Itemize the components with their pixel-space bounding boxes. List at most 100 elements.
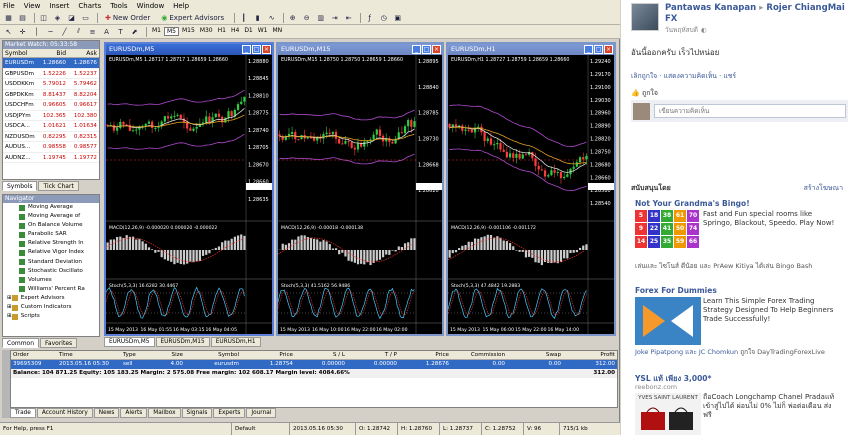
list-item[interactable]: USDCA... 1.01621 1.01634 xyxy=(3,121,99,132)
market-watch-icon[interactable]: ◫ xyxy=(38,12,49,23)
avatar[interactable] xyxy=(631,3,659,31)
terminal-tab[interactable]: Alerts xyxy=(120,408,148,418)
ysl-ad-image[interactable]: YVES SAINT LAURENT xyxy=(635,393,701,435)
new-order-button[interactable]: ✚ New Order xyxy=(101,12,154,23)
timeframe-button[interactable]: D1 xyxy=(242,27,254,36)
expert-advisors-button[interactable]: ◉ Expert Advisors xyxy=(157,12,228,23)
column-header[interactable]: Price xyxy=(241,351,295,359)
periods-icon[interactable]: ◷ xyxy=(378,12,389,23)
list-item[interactable]: GBPUSDm 1.52226 1.52237 xyxy=(3,69,99,79)
post-actions[interactable]: เลิกถูกใจ · แสดงความคิดเห็น · แชร์ xyxy=(631,70,736,81)
navigator-item[interactable]: Moving Average of xyxy=(3,212,99,221)
timeframe-button[interactable]: M15 xyxy=(180,27,197,36)
line-chart-icon[interactable]: ∿ xyxy=(266,12,277,23)
close-icon[interactable]: × xyxy=(262,45,271,54)
column-header[interactable]: T / P xyxy=(347,351,399,359)
terminal-tab[interactable]: Journal xyxy=(246,408,277,418)
tab-favorites[interactable]: Favorites xyxy=(40,338,78,348)
crosshair-icon[interactable]: ✛ xyxy=(17,26,28,37)
menu-item[interactable]: Help xyxy=(173,2,189,10)
list-item[interactable]: AUDNZ... 1.19745 1.19772 xyxy=(3,153,99,163)
navigator-item[interactable]: Parabolic SAR xyxy=(3,230,99,239)
candlestick-icon[interactable]: ▮ xyxy=(252,12,263,23)
column-header[interactable]: Symbol xyxy=(185,351,241,359)
chart-window-m5[interactable]: EURUSDm,M5 _ □ × 1.28880 1.28845 1.28810 1.28… xyxy=(104,42,274,336)
timeframe-button[interactable]: MN xyxy=(271,27,285,36)
new-chart-icon[interactable]: ▦ xyxy=(3,12,14,23)
ad-title[interactable]: Not Your Grandma's Bingo! xyxy=(635,199,750,208)
terminal-tab[interactable]: News xyxy=(93,408,120,418)
vertical-line-icon[interactable]: │ xyxy=(31,26,42,37)
tab-chart-h1[interactable]: EURUSDm,H1 xyxy=(210,337,261,347)
column-header[interactable]: S / L xyxy=(295,351,347,359)
navigator-item[interactable]: Williams' Percent Ra xyxy=(3,285,99,294)
tab-tick-chart[interactable]: Tick Chart xyxy=(38,181,79,191)
price-chart[interactable]: 1.29240 1.29170 1.29100 1.29030 1.28960 1.288… xyxy=(448,55,614,334)
terminal-icon[interactable]: ▭ xyxy=(80,12,91,23)
chart-title-bar[interactable]: EURUSDm,M5 _ □ × xyxy=(106,44,272,55)
terminal-tab[interactable]: Trade xyxy=(10,408,36,418)
timeframe-button[interactable]: W1 xyxy=(256,27,270,36)
ad-title[interactable]: Forex For Dummies xyxy=(635,286,717,295)
fibonacci-icon[interactable]: ≡ xyxy=(87,26,98,37)
menu-item[interactable]: View xyxy=(24,2,41,10)
tab-chart-m5[interactable]: EURUSDm,M5 xyxy=(104,337,155,347)
list-item[interactable]: NZDUSDm 0.82295 0.82315 xyxy=(3,132,99,142)
minimize-icon[interactable]: _ xyxy=(242,45,251,54)
autoscroll-icon[interactable]: ⇥ xyxy=(329,12,340,23)
text-icon[interactable]: A xyxy=(101,26,112,37)
timeframe-button[interactable]: M1 xyxy=(150,27,163,36)
zoom-out-icon[interactable]: ⊖ xyxy=(301,12,312,23)
comment-input[interactable]: เขียนความคิดเห็น xyxy=(654,104,846,118)
list-item[interactable]: USDDKKm 5.79012 5.79462 xyxy=(3,79,99,90)
col-symbol[interactable]: Symbol xyxy=(3,49,37,57)
column-header[interactable]: Profit xyxy=(563,351,617,359)
navigator-group[interactable]: ⊞ Expert Advisors xyxy=(3,294,99,303)
tab-chart-m15[interactable]: EURUSDm,M15 xyxy=(155,337,210,347)
tab-common[interactable]: Common xyxy=(2,338,40,348)
label-icon[interactable]: T xyxy=(115,26,126,37)
poster-name[interactable]: Pantawas Kanapan xyxy=(665,3,756,13)
column-header[interactable]: Swap xyxy=(507,351,563,359)
chart-title-bar[interactable]: EURUSDm,H1 _ □ × xyxy=(448,44,614,55)
arrows-icon[interactable]: ⬈ xyxy=(129,26,140,37)
close-icon[interactable]: × xyxy=(432,45,441,54)
timeframe-button[interactable]: H1 xyxy=(216,27,228,36)
tab-symbols[interactable]: Symbols xyxy=(2,181,38,191)
minimize-icon[interactable]: _ xyxy=(412,45,421,54)
column-header[interactable]: Commission xyxy=(451,351,507,359)
price-chart[interactable]: 1.28895 1.28840 1.28785 1.28730 1.28668 1.286… xyxy=(278,55,442,334)
cursor-icon[interactable]: ↖ xyxy=(3,26,14,37)
navigator-group[interactable]: ⊞ Custom Indicators xyxy=(3,303,99,312)
col-bid[interactable]: Bid xyxy=(37,49,68,57)
bingo-ad-image[interactable]: 5 18 38 61 70 9 22 41 50 74 14 25 35 59 66 xyxy=(635,210,701,260)
tile-windows-icon[interactable]: ▥ xyxy=(315,12,326,23)
timeframe-button[interactable]: H4 xyxy=(229,27,241,36)
menu-item[interactable]: Window xyxy=(137,2,165,10)
list-item[interactable]: GBPDKKm 8.81437 8.82204 xyxy=(3,90,99,100)
social-names[interactable]: Joke Pipatpong และ JC Chomkun xyxy=(635,348,738,356)
profiles-icon[interactable]: ▤ xyxy=(17,12,28,23)
maximize-icon[interactable]: □ xyxy=(594,45,603,54)
terminal-tab[interactable]: Experts xyxy=(213,408,246,418)
forex-ad-image[interactable] xyxy=(635,297,701,345)
navigator-item[interactable]: Relative Strength In xyxy=(3,239,99,248)
list-item[interactable]: EURUSDm 1.28660 1.28676 xyxy=(3,58,99,69)
create-ad-link[interactable]: สร้างโฆษณา xyxy=(804,183,843,194)
navigator-item[interactable]: Relative Vigor Index xyxy=(3,248,99,257)
menu-item[interactable]: Charts xyxy=(78,2,101,10)
chart-title-bar[interactable]: EURUSDm,M15 _ □ × xyxy=(278,44,442,55)
equidistant-channel-icon[interactable]: ⫽ xyxy=(73,26,84,37)
trendline-icon[interactable]: ╱ xyxy=(59,26,70,37)
horizontal-line-icon[interactable]: ─ xyxy=(45,26,56,37)
chart-shift-icon[interactable]: ⇤ xyxy=(343,12,354,23)
list-item[interactable]: USDJPYm 102.365 102.380 xyxy=(3,111,99,121)
col-ask[interactable]: Ask xyxy=(68,49,99,57)
templates-icon[interactable]: ▣ xyxy=(392,12,403,23)
list-item[interactable]: AUDUS... 0.98558 0.98577 xyxy=(3,142,99,153)
column-header[interactable]: Type xyxy=(121,351,155,359)
bar-chart-icon[interactable]: ┃ xyxy=(238,12,249,23)
navigator-item[interactable]: On Balance Volume xyxy=(3,221,99,230)
indicators-icon[interactable]: ƒ xyxy=(364,12,375,23)
timeframe-button[interactable]: M5 xyxy=(164,27,179,36)
